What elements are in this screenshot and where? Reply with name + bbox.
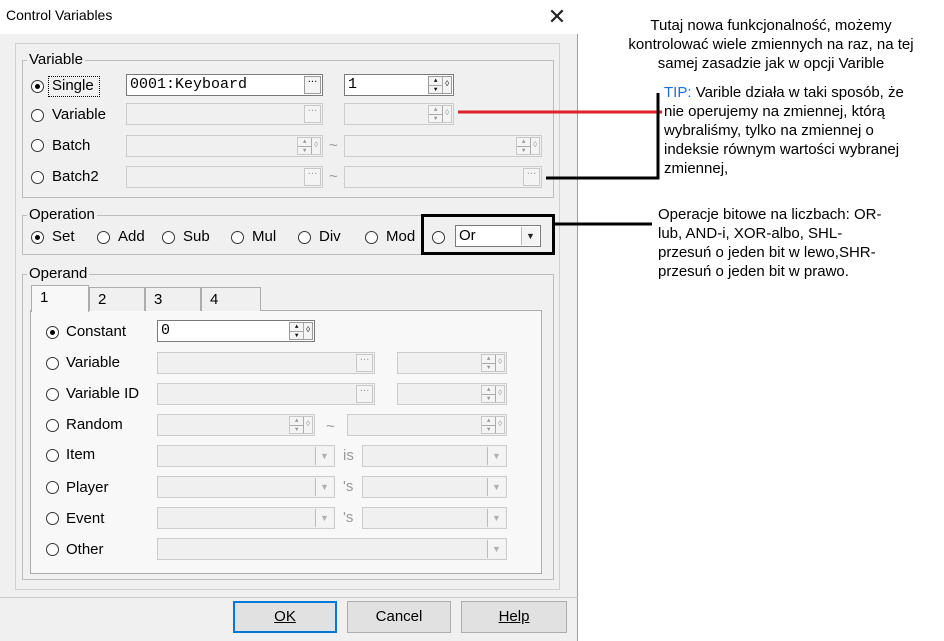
annotation-connectors <box>458 93 662 226</box>
black-connector-line <box>546 93 660 180</box>
